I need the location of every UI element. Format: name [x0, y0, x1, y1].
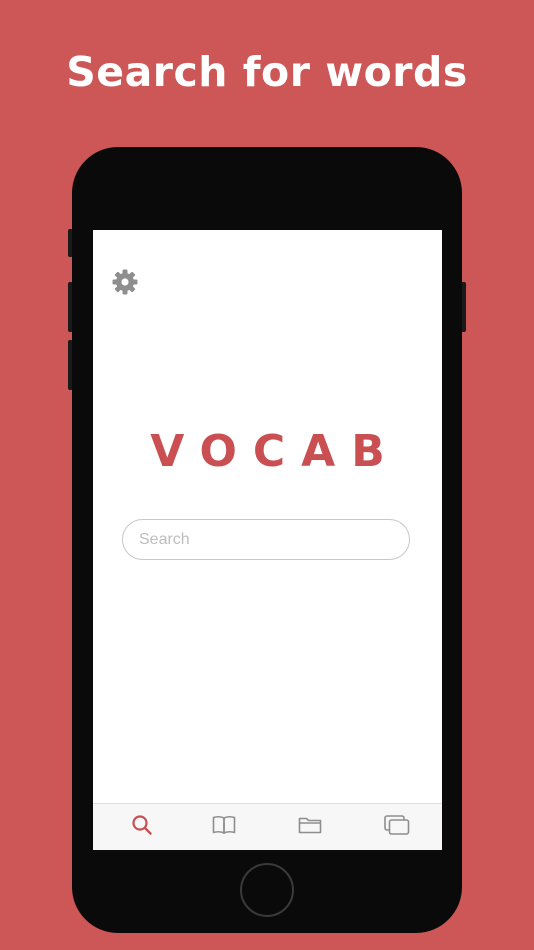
tab-search[interactable]: [127, 810, 157, 840]
app-screen: VOCAB: [93, 230, 442, 850]
bottom-tab-bar: [93, 803, 442, 850]
search-input[interactable]: [122, 519, 410, 560]
tab-folder[interactable]: [295, 810, 325, 840]
book-icon: [212, 816, 236, 834]
search-icon: [132, 815, 152, 835]
folder-icon: [298, 817, 322, 834]
page-headline: Search for words: [66, 48, 468, 96]
tab-cards[interactable]: [382, 810, 412, 840]
settings-gear-icon[interactable]: [111, 268, 139, 296]
phone-home-button: [240, 863, 294, 917]
cards-icon: [384, 815, 410, 835]
tab-book[interactable]: [209, 810, 239, 840]
app-logo: VOCAB: [150, 426, 401, 477]
